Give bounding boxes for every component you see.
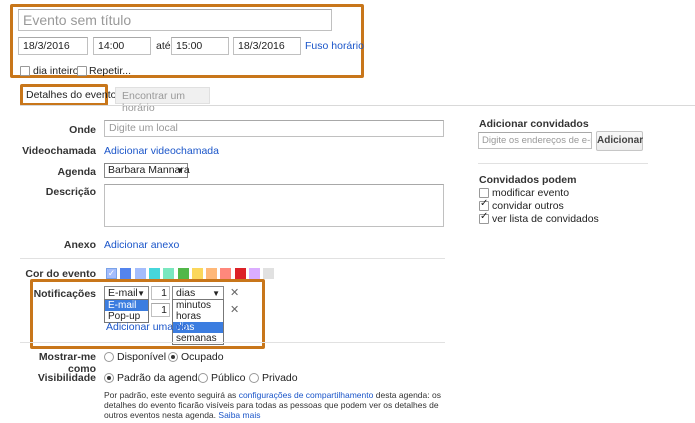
attachment-label: Anexo [63, 239, 96, 251]
until-label: até [156, 40, 171, 52]
visibility-public-radio[interactable] [198, 373, 208, 383]
color-swatch[interactable] [177, 268, 189, 279]
notifications-label: Notificações [33, 288, 96, 300]
guests-can-title: Convidados podem [479, 174, 577, 186]
available-label: Disponível [117, 351, 167, 363]
notification-unit-value: dias [176, 287, 196, 299]
dropdown-option[interactable]: minutos [173, 300, 223, 311]
visibility-private-label: Privado [262, 372, 298, 384]
visibility-footnote: Por padrão, este evento seguirá as confi… [104, 390, 449, 420]
color-swatch[interactable] [191, 268, 203, 279]
visibility-private-radio[interactable] [249, 373, 259, 383]
color-swatch[interactable] [120, 268, 132, 279]
dropdown-arrow-icon: ▼ [176, 166, 184, 175]
add-attachment-link[interactable]: Adicionar anexo [104, 239, 179, 251]
color-swatch[interactable] [148, 268, 160, 279]
see-guest-list-checkbox[interactable] [479, 211, 489, 224]
color-swatch[interactable] [134, 268, 146, 279]
color-swatch[interactable] [220, 268, 232, 279]
where-label: Onde [69, 124, 96, 136]
invite-others-label: convidar outros [492, 200, 564, 212]
notification-method-select[interactable]: E-mail ▼ [104, 286, 149, 300]
visibility-label: Visibilidade [37, 372, 96, 384]
where-input[interactable]: Digite um local [104, 120, 444, 137]
invite-others-checkbox[interactable] [479, 198, 489, 211]
busy-radio[interactable] [168, 352, 178, 362]
video-label: Videochamada [22, 145, 96, 157]
modify-event-checkbox[interactable] [479, 188, 489, 198]
guest-email-input[interactable]: Digite os endereços de e-m [478, 132, 592, 149]
end-time-input[interactable]: 15:00 [171, 37, 229, 55]
timezone-link[interactable]: Fuso horário [305, 40, 364, 52]
notification-unit-select[interactable]: dias ▼ [172, 286, 224, 300]
notification-amount-input[interactable]: 1 [151, 286, 170, 300]
remove-notification-icon[interactable]: ✕ [230, 286, 239, 299]
add-videocall-link[interactable]: Adicionar videochamada [104, 145, 219, 157]
section-divider [20, 258, 445, 259]
guests-divider [478, 163, 648, 164]
visibility-default-label: Padrão da agenda [117, 372, 204, 384]
notification-method-dropdown: E-mail Pop-up [104, 299, 149, 323]
description-label: Descrição [45, 186, 96, 198]
color-swatch-selected[interactable]: ✓ [106, 268, 117, 279]
tab-find-time-label: Encontrar um horário [122, 90, 186, 114]
end-date-input[interactable]: 18/3/2016 [233, 37, 301, 55]
calendar-select[interactable]: Barbara Mannara ▼ [104, 163, 190, 178]
notification-amount-input-2[interactable]: 1 [151, 303, 170, 317]
remove-notification-icon-2[interactable]: ✕ [230, 303, 239, 316]
busy-label: Ocupado [181, 351, 224, 363]
start-time-input[interactable]: 14:00 [93, 37, 151, 55]
description-textarea[interactable] [104, 184, 444, 227]
color-swatch[interactable] [263, 268, 275, 279]
add-notification-link[interactable]: Adicionar uma no [106, 321, 188, 333]
visibility-default-radio[interactable] [104, 373, 114, 383]
see-guest-list-label: ver lista de convidados [492, 213, 599, 225]
all-day-label: dia inteiro [33, 65, 79, 77]
dropdown-option[interactable]: E-mail [105, 300, 148, 311]
notification-amount-value-2: 1 [161, 304, 167, 316]
calendar-label: Agenda [57, 166, 96, 178]
tab-find-time[interactable]: Encontrar um horário [115, 87, 210, 114]
repeat-label: Repetir... [89, 65, 132, 77]
footnote-text: agenda. [185, 410, 217, 420]
tab-divider [20, 105, 695, 106]
footnote-text: Por padrão, este evento seguirá as [104, 390, 237, 400]
color-swatch[interactable] [206, 268, 218, 279]
all-day-checkbox[interactable] [20, 66, 30, 76]
learn-more-link[interactable]: Saiba mais [218, 410, 260, 420]
title-input[interactable]: Evento sem título [18, 9, 332, 31]
footnote-text: evento ficarão visíveis para todas as pe… [104, 400, 439, 420]
color-swatch[interactable] [163, 268, 175, 279]
color-swatch[interactable] [249, 268, 260, 279]
section-divider-2 [20, 342, 445, 343]
visibility-public-label: Público [211, 372, 246, 384]
available-radio[interactable] [104, 352, 114, 362]
add-guest-button[interactable]: Adicionar [596, 131, 643, 151]
tab-event-details[interactable]: Detalhes do evento [26, 89, 116, 101]
start-date-input[interactable]: 18/3/2016 [18, 37, 88, 55]
modify-event-label: modificar evento [492, 187, 570, 199]
notification-method-value: E-mail [108, 287, 138, 299]
repeat-checkbox[interactable] [77, 66, 87, 76]
color-swatch[interactable] [234, 268, 246, 279]
notification-amount-value: 1 [161, 287, 167, 299]
add-guests-title: Adicionar convidados [479, 118, 589, 130]
sharing-settings-link[interactable]: configurações de compartilhamento [239, 390, 374, 400]
